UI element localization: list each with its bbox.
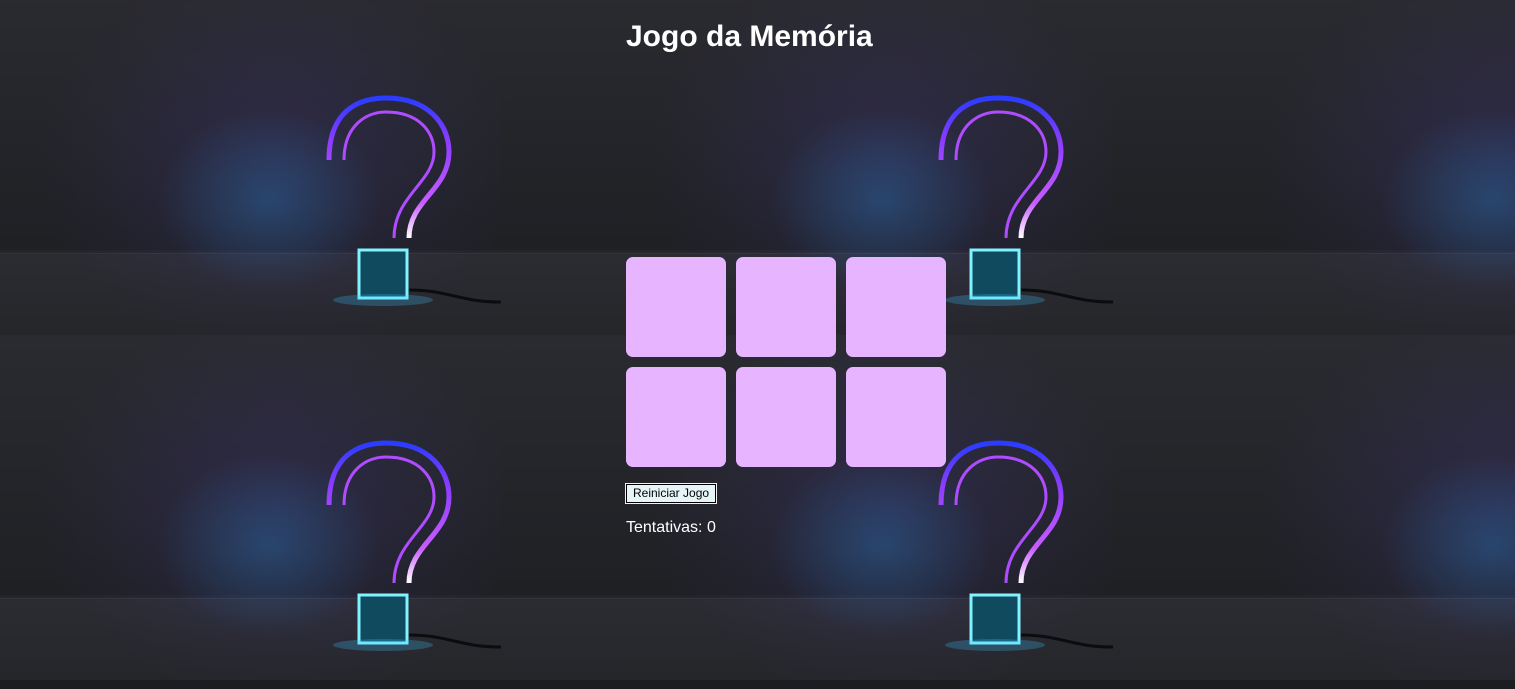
- memory-card[interactable]: [736, 367, 836, 467]
- restart-button[interactable]: Reiniciar Jogo: [624, 483, 718, 504]
- card-grid: [626, 257, 946, 467]
- memory-card[interactable]: [846, 367, 946, 467]
- page-title: Jogo da Memória: [626, 20, 873, 53]
- background-tile: [0, 0, 501, 335]
- memory-card[interactable]: [846, 257, 946, 357]
- memory-card[interactable]: [626, 257, 726, 357]
- attempts-label: Tentativas:: [626, 519, 703, 536]
- attempts-value: 0: [706, 519, 716, 536]
- memory-card[interactable]: [736, 257, 836, 357]
- background-tile: [1113, 335, 1515, 680]
- question-mark-icon: [326, 440, 501, 651]
- background-tile: [1113, 0, 1515, 335]
- memory-card[interactable]: [626, 367, 726, 467]
- page-bottom-strip: [0, 680, 1515, 689]
- question-mark-icon: [326, 95, 501, 306]
- background-tile: [0, 335, 501, 680]
- attempts-counter: Tentativas: 0: [626, 519, 716, 537]
